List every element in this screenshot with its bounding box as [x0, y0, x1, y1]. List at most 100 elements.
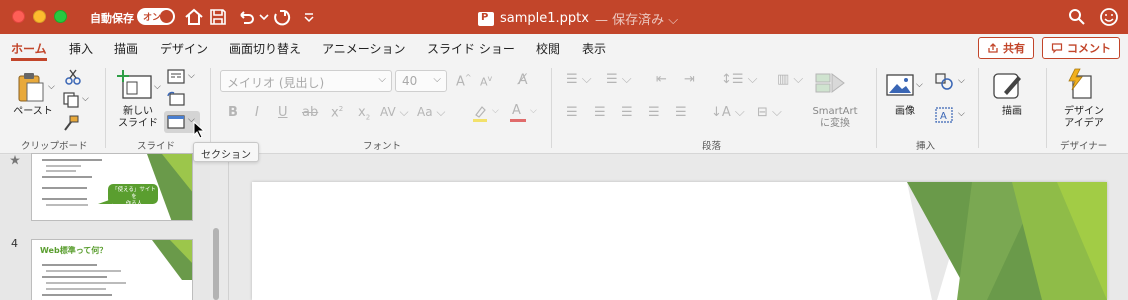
- tab-view[interactable]: 表示: [582, 40, 606, 57]
- shapes-icon[interactable]: [934, 72, 954, 92]
- textbox-dropdown-icon[interactable]: ⌵: [958, 109, 965, 119]
- strikethrough-icon[interactable]: ab: [302, 105, 318, 120]
- shapes-dropdown-icon[interactable]: ⌵: [958, 76, 965, 86]
- design-ideas-label-1[interactable]: デザイン: [1058, 106, 1110, 118]
- tab-insert[interactable]: 挿入: [69, 40, 93, 57]
- search-icon[interactable]: [1066, 6, 1088, 28]
- tab-design[interactable]: デザイン: [160, 40, 208, 57]
- slide-thumbnail-4[interactable]: Web標準って何？: [31, 239, 193, 300]
- cut-icon[interactable]: [64, 68, 82, 86]
- slide-canvas[interactable]: [252, 182, 1107, 300]
- italic-icon[interactable]: I: [255, 105, 259, 120]
- font-color-button[interactable]: A: [508, 103, 528, 125]
- design-ideas-icon[interactable]: [1065, 68, 1095, 100]
- tab-draw[interactable]: 描画: [114, 40, 138, 57]
- minimize-window-button[interactable]: [33, 10, 46, 23]
- font-size-combo[interactable]: 40 ⌵: [395, 70, 447, 92]
- designer-group-label: デザイナー: [1060, 141, 1108, 152]
- paste-label[interactable]: ペースト: [13, 106, 53, 118]
- picture-icon[interactable]: [886, 74, 914, 98]
- pane-divider[interactable]: [228, 155, 229, 300]
- new-slide-label-1[interactable]: 新しい: [114, 106, 162, 118]
- font-name-combo[interactable]: メイリオ (見出し) ⌵: [220, 70, 392, 92]
- clear-formatting-icon[interactable]: A̸: [518, 72, 528, 88]
- close-window-button[interactable]: [12, 10, 25, 23]
- increase-indent-icon[interactable]: ⇥: [684, 72, 695, 87]
- reset-slide-icon[interactable]: [167, 91, 185, 107]
- group-separator: [551, 68, 552, 148]
- picture-label[interactable]: 画像: [886, 106, 924, 118]
- home-icon[interactable]: [183, 6, 205, 28]
- share-icon: [988, 43, 998, 53]
- smartart-label-1[interactable]: SmartArt: [806, 106, 864, 118]
- increase-font-size-icon[interactable]: A^: [456, 73, 472, 89]
- text-direction-icon[interactable]: ↓A ⌵: [711, 105, 745, 120]
- font-color-dropdown-icon[interactable]: ⌵: [530, 106, 537, 116]
- change-case-icon[interactable]: Aa ⌵: [417, 105, 445, 120]
- tab-transitions[interactable]: 画面切り替え: [229, 40, 301, 57]
- draw-icon[interactable]: [992, 70, 1026, 102]
- bullets-icon[interactable]: ☰ ⌵: [566, 72, 592, 87]
- font-color-icon: A: [512, 103, 521, 118]
- decrease-indent-icon[interactable]: ⇤: [656, 72, 667, 87]
- decrease-font-size-icon[interactable]: Av: [480, 74, 492, 89]
- document-title[interactable]: sample1.pptx — 保存済み ⌵: [478, 9, 678, 28]
- slide-background-graphic: [907, 182, 1107, 300]
- copy-dropdown-icon[interactable]: ⌵: [82, 94, 89, 104]
- new-slide-label-2[interactable]: スライド: [114, 118, 162, 130]
- group-separator: [210, 68, 211, 148]
- picture-dropdown-icon[interactable]: ⌵: [916, 80, 923, 90]
- undo-icon[interactable]: [235, 6, 257, 28]
- format-painter-icon[interactable]: [62, 114, 80, 132]
- copy-icon[interactable]: [62, 91, 80, 109]
- autosave-toggle-knob: [160, 10, 173, 23]
- subscript-icon[interactable]: x2: [358, 105, 370, 122]
- smiley-feedback-icon[interactable]: [1098, 6, 1120, 28]
- smartart-label-2[interactable]: に変換: [806, 118, 864, 130]
- customize-toolbar-icon[interactable]: [298, 6, 320, 28]
- tab-animations[interactable]: アニメーション: [322, 40, 406, 57]
- textbox-icon[interactable]: A: [934, 105, 954, 125]
- zoom-window-button[interactable]: [54, 10, 67, 23]
- tab-review[interactable]: 校閲: [536, 40, 560, 57]
- columns-icon[interactable]: ▥ ⌵: [777, 72, 803, 87]
- highlight-color-button[interactable]: [470, 103, 490, 125]
- layout-icon[interactable]: [167, 69, 185, 85]
- slide-3-callout-text: 「使える」サイトを 作る人: [112, 187, 156, 207]
- new-slide-icon[interactable]: [117, 68, 157, 104]
- line-spacing-icon[interactable]: ↕☰ ⌵: [721, 72, 758, 87]
- paste-dropdown-icon[interactable]: ⌵: [48, 82, 55, 92]
- align-right-icon[interactable]: ☰: [621, 105, 633, 120]
- thumbnails-scrollbar[interactable]: [213, 228, 219, 300]
- group-separator: [876, 68, 877, 148]
- new-slide-dropdown-icon[interactable]: ⌵: [154, 82, 161, 92]
- active-tab-indicator: [11, 58, 47, 61]
- comments-button[interactable]: コメント: [1042, 37, 1120, 59]
- ribbon-home: ⌵ ペースト ⌵ クリップボード ⌵ 新しい スライド ⌵ ⌵ スライド メイリ…: [0, 62, 1128, 154]
- justify-icon[interactable]: ☰: [648, 105, 660, 120]
- align-center-icon[interactable]: ☰: [594, 105, 606, 120]
- smartart-icon[interactable]: [814, 70, 848, 94]
- underline-icon[interactable]: U: [278, 105, 288, 120]
- design-ideas-label-2[interactable]: アイデア: [1058, 118, 1110, 130]
- numbering-icon[interactable]: ☰ ⌵: [606, 72, 632, 87]
- slide-thumbnail-3[interactable]: 「使える」サイトを 作る人: [31, 153, 193, 221]
- draw-label[interactable]: 描画: [990, 106, 1034, 118]
- share-button[interactable]: 共有: [978, 37, 1034, 59]
- autosave-toggle[interactable]: オン: [137, 8, 175, 25]
- redo-icon[interactable]: [270, 6, 292, 28]
- paste-icon[interactable]: [14, 70, 48, 104]
- tab-slideshow[interactable]: スライド ショー: [427, 40, 515, 57]
- align-left-icon[interactable]: ☰: [566, 105, 578, 120]
- layout-dropdown-icon[interactable]: ⌵: [188, 71, 195, 81]
- paragraph-group-label: 段落: [702, 141, 722, 152]
- highlight-dropdown-icon[interactable]: ⌵: [492, 106, 499, 116]
- align-text-icon[interactable]: ⊟ ⌵: [757, 105, 782, 120]
- bold-icon[interactable]: B: [228, 105, 238, 120]
- tab-home[interactable]: ホーム: [11, 40, 47, 57]
- superscript-icon[interactable]: x2: [331, 105, 343, 120]
- slide-thumbnails-pane: 「使える」サイトを 作る人 4 Web標準って何？: [0, 153, 210, 300]
- save-icon[interactable]: [207, 6, 229, 28]
- distributed-icon[interactable]: ☰: [675, 105, 687, 120]
- character-spacing-icon[interactable]: AV ⌵: [380, 105, 409, 120]
